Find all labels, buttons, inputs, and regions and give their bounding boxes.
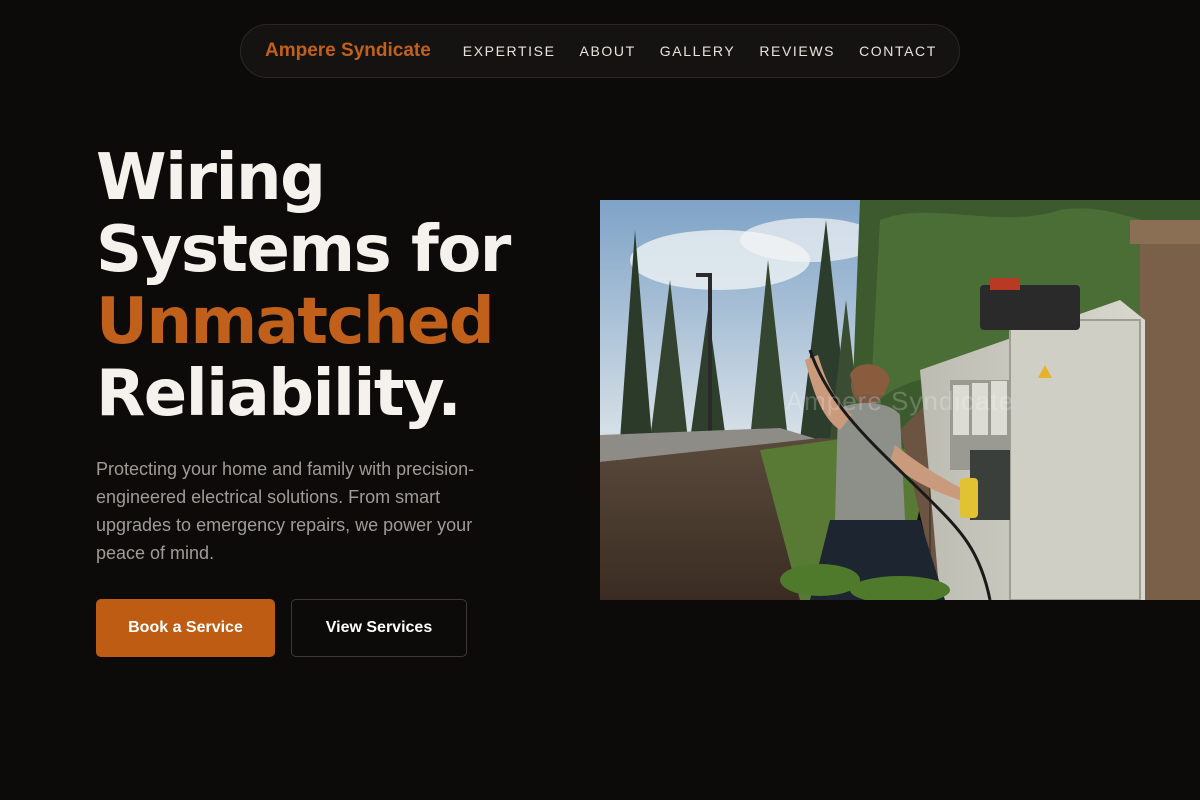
- image-watermark: Ampere Syndicate: [785, 386, 1015, 416]
- hero-description: Protecting your home and family with pre…: [96, 459, 475, 563]
- headline-line-2: Systems for: [96, 213, 511, 287]
- headline-accent-line: Unmatched: [96, 285, 495, 359]
- brand-logo[interactable]: Ampere Syndicate: [265, 40, 431, 62]
- nav-link-about[interactable]: ABOUT: [580, 43, 636, 59]
- nav-link-reviews[interactable]: REVIEWS: [759, 43, 835, 59]
- hero-headline: Wiring Systems for Unmatched Reliability…: [96, 142, 576, 430]
- hero-image: Ampere Syndicate: [600, 200, 1200, 600]
- headline-line-4: Reliability.: [96, 357, 462, 431]
- headline-line-1: Wiring: [96, 141, 326, 215]
- nav-link-contact[interactable]: CONTACT: [859, 43, 937, 59]
- top-navigation: Ampere Syndicate EXPERTISE ABOUT GALLERY…: [240, 24, 960, 78]
- nav-link-expertise[interactable]: EXPERTISE: [463, 43, 556, 59]
- page: Ampere Syndicate EXPERTISE ABOUT GALLERY…: [0, 0, 1200, 800]
- book-service-button[interactable]: Book a Service: [96, 599, 275, 657]
- nav-links: EXPERTISE ABOUT GALLERY REVIEWS CONTACT: [463, 43, 937, 59]
- nav-link-gallery[interactable]: GALLERY: [660, 43, 736, 59]
- view-services-button[interactable]: View Services: [291, 599, 467, 657]
